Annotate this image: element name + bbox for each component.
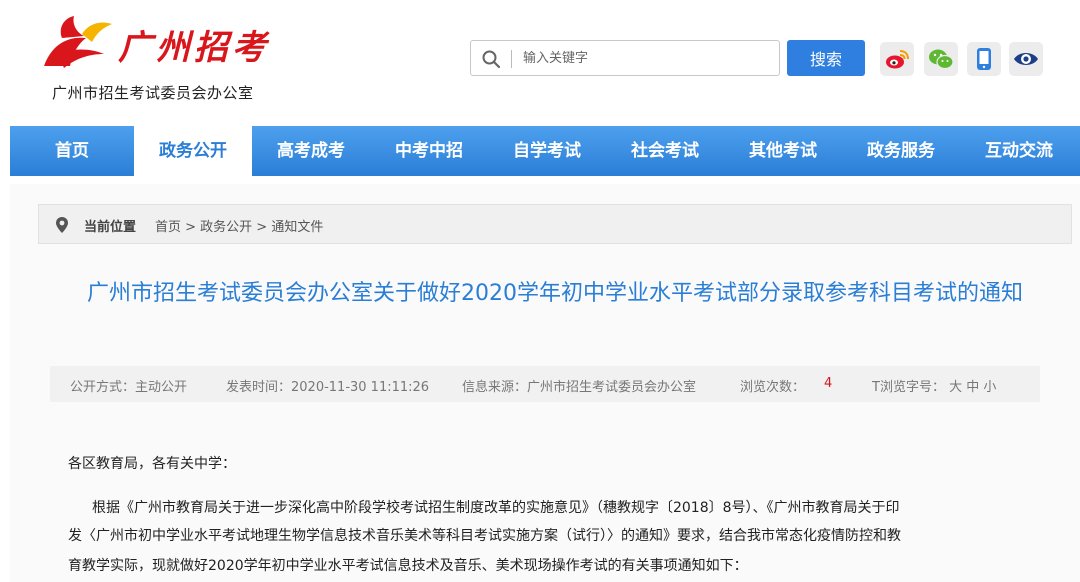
nav-item-other-exams[interactable]: 其他考试: [724, 126, 842, 176]
main-nav: 首页 政务公开 高考成考 中考中招 自学考试 社会考试 其他考试 政务服务 互动…: [10, 126, 1080, 176]
article-title: 广州市招生考试委员会办公室关于做好2020学年初中学业水平考试部分录取参考科目考…: [87, 281, 1023, 306]
site-header: 广州招考 广州市招生考试委员会办公室 搜索: [0, 0, 1080, 124]
accessibility-button[interactable]: [1009, 42, 1043, 76]
weibo-button[interactable]: [880, 42, 914, 76]
nav-item-zhongkao[interactable]: 中考中招: [370, 126, 488, 176]
logo-subtitle: 广州市招生考试委员会办公室: [52, 84, 254, 102]
nav-item-self-study-exam[interactable]: 自学考试: [488, 126, 606, 176]
search-button[interactable]: 搜索: [787, 40, 865, 76]
breadcrumb-label: 当前位置: [84, 220, 137, 235]
meta-font-size-control[interactable]: T浏览字号： 大 中 小: [872, 376, 996, 395]
paragraph-line: 发〈广州市初中学业水平考试地理生物学信息技术音乐美术等科目考试实施方案（试行）〉…: [68, 528, 901, 544]
wechat-button[interactable]: [924, 42, 958, 76]
tulip-logo-icon: [44, 16, 112, 68]
paragraph-line: 育教学实际，现就做好2020学年初中学业水平考试信息技术及音乐、美术现场操作考试…: [68, 558, 748, 574]
meta-views-label: 浏览次数：: [740, 380, 806, 395]
search-icon: [482, 50, 501, 69]
mobile-icon: [977, 48, 991, 70]
search-box: [470, 40, 780, 76]
location-pin-icon: [56, 217, 68, 233]
meta-source: 信息来源：广州市招生考试委员会办公室: [462, 380, 697, 395]
article-meta: 公开方式：主动公开 发表时间：2020-11-30 11:11:26 信息来源：…: [50, 366, 1040, 402]
meta-views-count: 4: [824, 376, 833, 391]
meta-disclosure-mode: 公开方式：主动公开: [70, 380, 188, 395]
wechat-icon: [929, 49, 954, 70]
weibo-icon: [886, 50, 909, 69]
eye-icon: [1014, 53, 1038, 65]
salutation: 各区教育局，各有关中学：: [68, 456, 236, 472]
search-input[interactable]: [523, 41, 773, 75]
nav-item-services[interactable]: 政务服务: [842, 126, 960, 176]
paragraph-line: 根据《广州市教育局关于进一步深化高中阶段学校考试招生制度改革的实施意见》（穗教规…: [92, 500, 900, 516]
breadcrumb-path[interactable]: 首页 > 政务公开 > 通知文件: [155, 216, 323, 235]
site-logo[interactable]: 广州招考 广州市招生考试委员会办公室: [38, 14, 278, 104]
breadcrumb: 当前位置 首页 > 政务公开 > 通知文件: [38, 204, 1072, 244]
nav-item-home[interactable]: 首页: [10, 126, 134, 176]
nav-item-government-affairs[interactable]: 政务公开: [134, 126, 252, 176]
nav-item-social-exam[interactable]: 社会考试: [606, 126, 724, 176]
logo-script-text: 广州招考: [118, 28, 270, 68]
nav-item-gaokao[interactable]: 高考成考: [252, 126, 370, 176]
search-divider: [511, 50, 512, 68]
nav-item-interaction[interactable]: 互动交流: [960, 126, 1078, 176]
mobile-button[interactable]: [967, 42, 1001, 76]
meta-publish-time: 发表时间：2020-11-30 11:11:26: [226, 380, 430, 395]
